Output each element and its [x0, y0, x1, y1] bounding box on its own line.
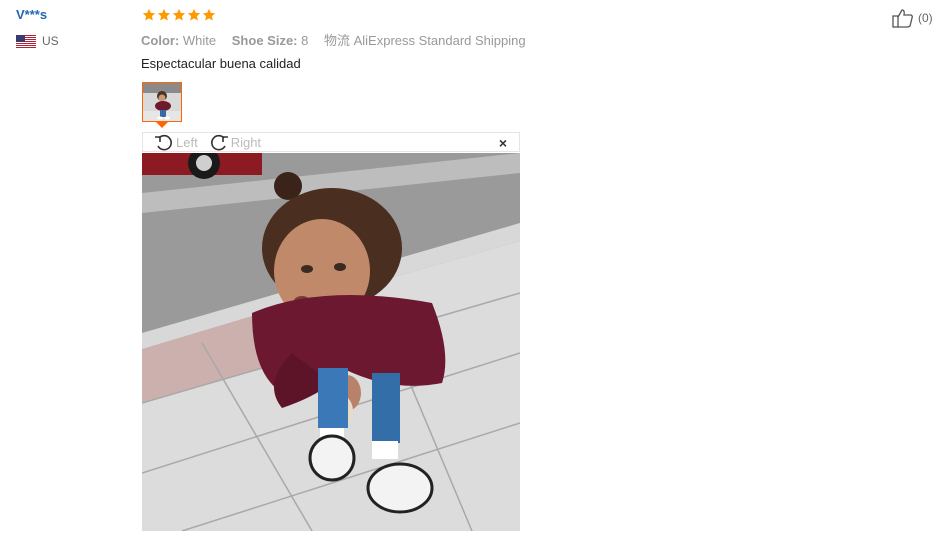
helpful-button[interactable]: (0): [892, 8, 933, 28]
review-photo: [142, 153, 520, 531]
thumbs-up-icon: [892, 9, 913, 28]
color-value: White: [182, 33, 217, 48]
us-flag-icon: [16, 34, 36, 48]
rotate-left-button[interactable]: Left: [153, 133, 198, 151]
country-code: US: [42, 34, 59, 48]
reviewer-country: US: [16, 34, 59, 48]
rotate-right-button[interactable]: Right: [208, 133, 261, 151]
review-photo-thumbnail[interactable]: [142, 82, 182, 122]
size-label: Shoe Size:: [231, 33, 298, 48]
star-icon: [172, 8, 186, 21]
star-icon: [157, 8, 171, 21]
size-value: 8: [301, 33, 309, 48]
rotate-right-label: Right: [230, 134, 262, 150]
shipping-method: 物流 AliExpress Standard Shipping: [324, 33, 526, 48]
review-text: Espectacular buena calidad: [141, 56, 301, 71]
star-rating: [142, 8, 216, 22]
color-label: Color:: [141, 33, 180, 48]
helpful-count: (0): [918, 11, 933, 25]
star-icon: [142, 8, 156, 21]
star-icon: [187, 8, 201, 21]
close-viewer-button[interactable]: ×: [499, 135, 507, 151]
rotate-right-icon: [210, 134, 228, 151]
image-viewer-toolbar: Left Right ×: [142, 132, 520, 152]
order-attributes: Color: White Shoe Size: 8 物流 AliExpress …: [141, 30, 526, 49]
star-icon: [202, 8, 216, 21]
reviewer-name[interactable]: V***s: [16, 7, 47, 22]
rotate-left-label: Left: [176, 134, 198, 150]
thumbnail-pointer: [156, 122, 168, 128]
rotate-left-icon: [155, 134, 172, 151]
